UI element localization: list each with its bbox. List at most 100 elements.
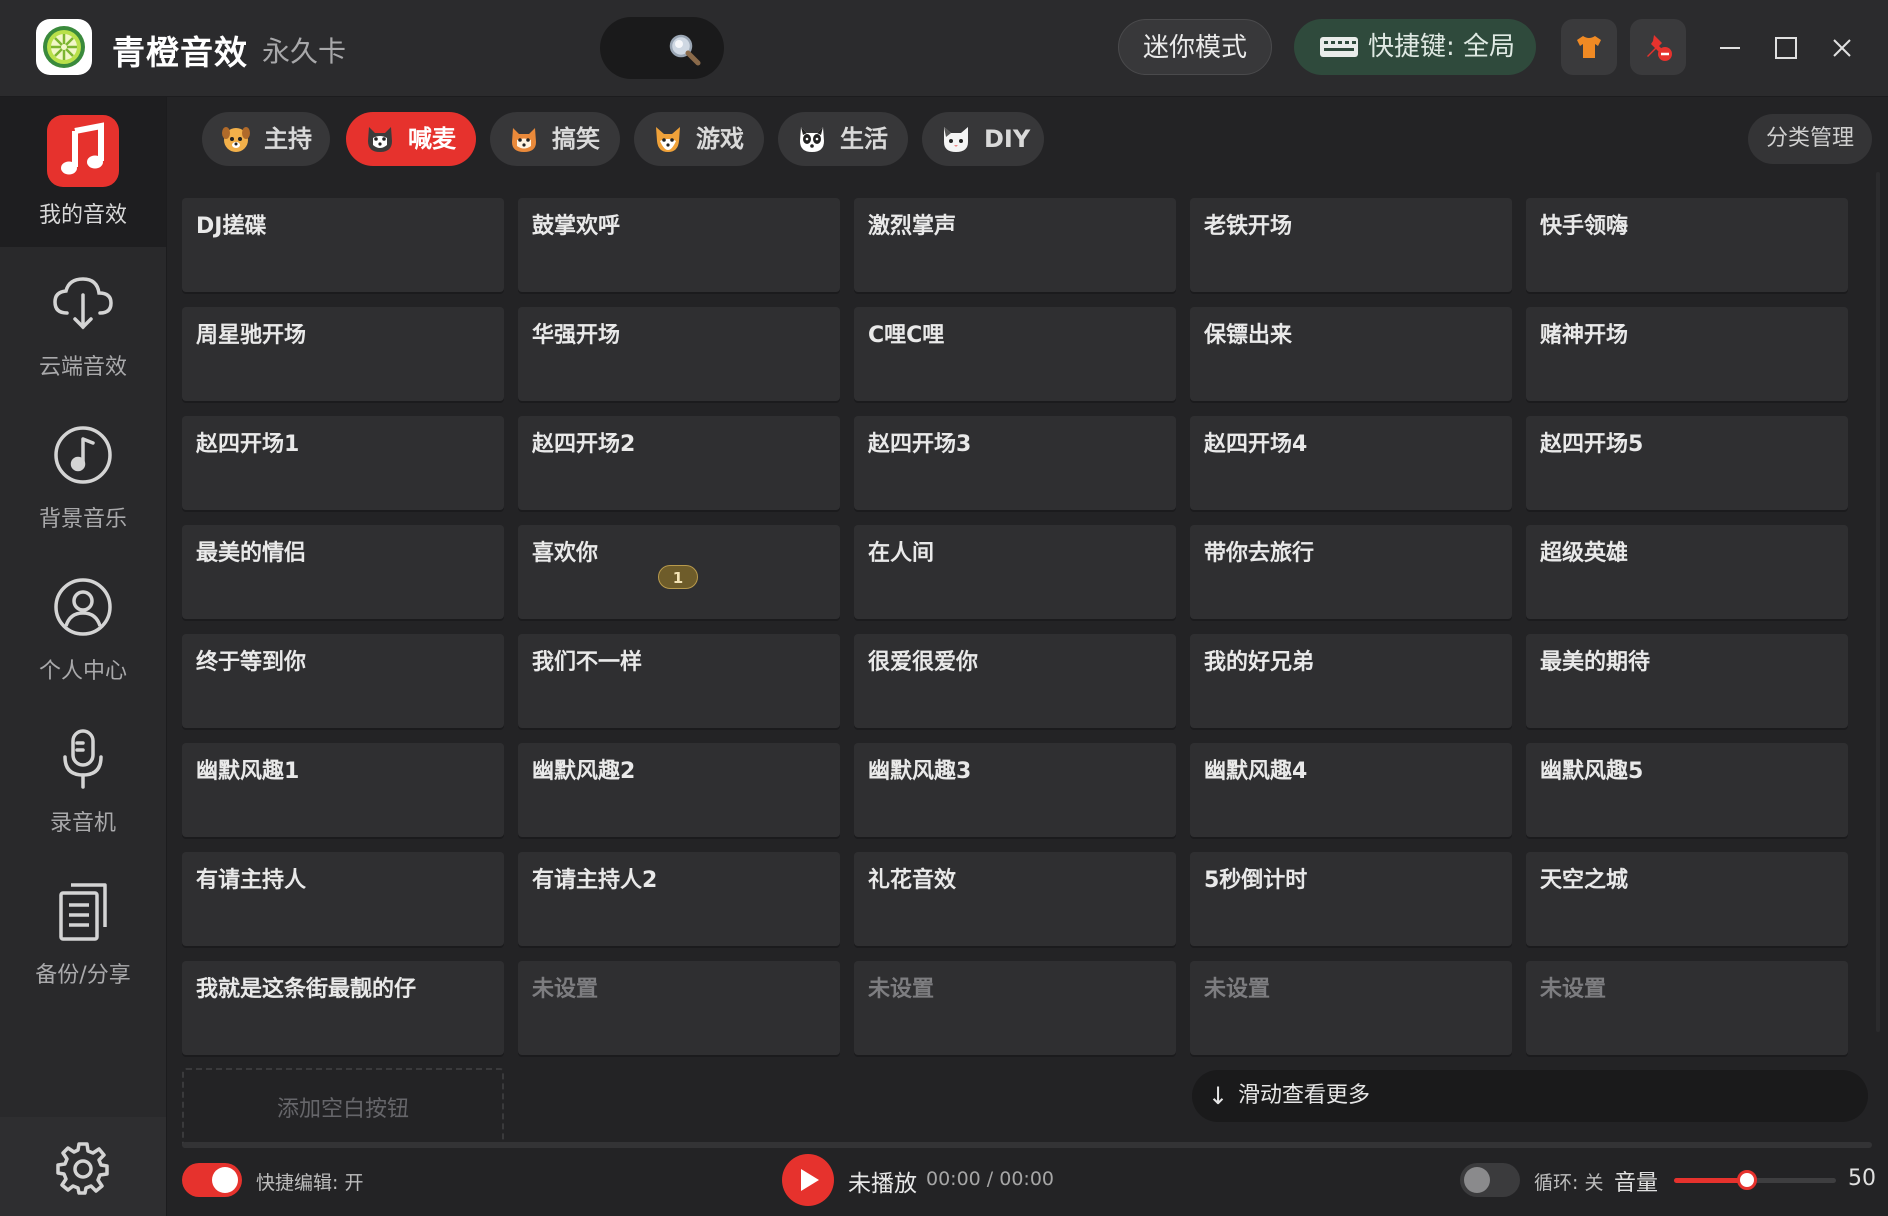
volume-knob[interactable] — [1737, 1170, 1757, 1190]
sound-button[interactable]: 未设置 — [854, 961, 1176, 1055]
settings-button[interactable] — [0, 1117, 166, 1216]
sound-button[interactable]: DJ搓碟 — [182, 198, 504, 292]
tab-life[interactable]: 生活 — [778, 112, 908, 166]
maximize-button[interactable] — [1768, 30, 1804, 66]
sound-button[interactable]: 鼓掌欢呼 — [518, 198, 840, 292]
sound-button-label: 在人间 — [868, 541, 935, 566]
user-icon — [43, 567, 123, 647]
sound-button[interactable]: 赌神开场 — [1526, 307, 1848, 401]
sound-button-label: 未设置 — [1540, 977, 1607, 1002]
toggle-knob — [1464, 1167, 1490, 1193]
sound-button[interactable]: 超级英雄 — [1526, 525, 1848, 619]
sound-button[interactable]: 保镖出来 — [1190, 307, 1512, 401]
pin-top-button[interactable] — [1630, 19, 1686, 75]
sidebar-item-backup-share[interactable]: 备份/分享 — [0, 857, 166, 1007]
quick-edit-toggle[interactable] — [182, 1163, 242, 1197]
vertical-scrollbar[interactable] — [1876, 172, 1880, 1032]
sound-button-label: 华强开场 — [532, 323, 621, 348]
close-button[interactable] — [1824, 30, 1860, 66]
sound-button[interactable]: 赵四开场1 — [182, 416, 504, 510]
sound-button[interactable]: 礼花音效 — [854, 852, 1176, 946]
microphone-icon — [43, 719, 123, 799]
sound-button[interactable]: 有请主持人2 — [518, 852, 840, 946]
sound-button[interactable]: 幽默风趣1 — [182, 743, 504, 837]
sound-button[interactable]: 激烈掌声 — [854, 198, 1176, 292]
tab-label: 搞笑 — [552, 125, 600, 153]
sound-button[interactable]: 幽默风趣3 — [854, 743, 1176, 837]
sound-button-label: 未设置 — [1204, 977, 1271, 1002]
tab-host[interactable]: 主持 — [202, 112, 330, 166]
sound-button[interactable]: 幽默风趣4 — [1190, 743, 1512, 837]
sound-button-label: 幽默风趣4 — [1204, 759, 1308, 784]
sound-button[interactable]: 华强开场 — [518, 307, 840, 401]
search-button[interactable] — [600, 17, 724, 79]
play-button[interactable] — [782, 1154, 834, 1206]
shiba-face-icon — [508, 123, 540, 155]
mini-mode-button[interactable]: 迷你模式 — [1118, 19, 1272, 75]
sound-button[interactable]: 未设置 — [518, 961, 840, 1055]
sound-button[interactable]: 天空之城 — [1526, 852, 1848, 946]
sound-button[interactable]: 最美的期待 — [1526, 634, 1848, 728]
loop-toggle[interactable] — [1460, 1163, 1520, 1197]
hotkey-button[interactable]: 快捷键: 全局 — [1294, 19, 1536, 75]
sound-button[interactable]: 周星驰开场 — [182, 307, 504, 401]
sidebar-item-label: 云端音效 — [38, 355, 127, 380]
sidebar-item-cloud-sounds[interactable]: 云端音效 — [0, 249, 166, 399]
sound-button[interactable]: 快手领嗨 — [1526, 198, 1848, 292]
sound-button[interactable]: 赵四开场4 — [1190, 416, 1512, 510]
tab-shout[interactable]: 喊麦 — [346, 112, 476, 166]
pin-off-icon — [1647, 35, 1672, 61]
sound-button[interactable]: 赵四开场3 — [854, 416, 1176, 510]
sound-button[interactable]: 终于等到你 — [182, 634, 504, 728]
sound-button-label: 赵四开场3 — [868, 432, 972, 457]
sound-button[interactable]: 幽默风趣2 — [518, 743, 840, 837]
sound-grid: DJ搓碟 鼓掌欢呼 激烈掌声 老铁开场 快手领嗨周星驰开场 华强开场 C哩C哩 保镖出来 赌神开… — [182, 198, 1852, 1058]
loop-label: 循环: 关 — [1534, 1172, 1604, 1194]
sound-button-label: 带你去旅行 — [1204, 541, 1315, 566]
sound-button[interactable]: 幽默风趣5 — [1526, 743, 1848, 837]
sound-button[interactable]: 赵四开场5 — [1526, 416, 1848, 510]
add-blank-button[interactable]: 添加空白按钮 — [182, 1068, 504, 1148]
sound-button[interactable]: 喜欢你 1 — [518, 525, 840, 619]
sidebar-item-my-sounds[interactable]: 我的音效 — [0, 97, 166, 247]
tab-label: 喊麦 — [408, 125, 456, 153]
scroll-more-hint[interactable]: ↓ 滑动查看更多 — [1192, 1070, 1868, 1122]
sound-button-label: 超级英雄 — [1540, 541, 1629, 566]
sound-button[interactable]: 很爱很爱你 — [854, 634, 1176, 728]
tab-diy[interactable]: DIY — [922, 112, 1044, 166]
sidebar-item-label: 个人中心 — [38, 659, 127, 684]
sidebar-item-recorder[interactable]: 录音机 — [0, 705, 166, 855]
sound-button[interactable]: 带你去旅行 — [1190, 525, 1512, 619]
sound-button[interactable]: 我们不一样 — [518, 634, 840, 728]
sound-button-label: 我们不一样 — [532, 650, 643, 675]
tab-funny[interactable]: 搞笑 — [490, 112, 620, 166]
sound-button[interactable]: 未设置 — [1526, 961, 1848, 1055]
cloud-download-icon — [43, 263, 123, 343]
hotkey-label: 快捷键: 全局 — [1368, 32, 1516, 62]
volume-label: 音量 — [1614, 1171, 1659, 1196]
sound-button[interactable]: 我就是这条街最靓的仔 — [182, 961, 504, 1055]
sound-button-label: 有请主持人 — [196, 868, 307, 893]
license-type: 永久卡 — [262, 35, 347, 68]
sound-button[interactable]: 老铁开场 — [1190, 198, 1512, 292]
dog-face-icon — [220, 123, 252, 155]
sidebar-item-profile[interactable]: 个人中心 — [0, 553, 166, 703]
sound-button-label: 老铁开场 — [1204, 214, 1293, 239]
sound-button[interactable]: 有请主持人 — [182, 852, 504, 946]
sound-button[interactable]: 我的好兄弟 — [1190, 634, 1512, 728]
sidebar-item-label: 备份/分享 — [35, 963, 131, 988]
tab-label: 主持 — [264, 125, 312, 153]
sound-button[interactable]: C哩C哩 — [854, 307, 1176, 401]
sound-button[interactable]: 在人间 — [854, 525, 1176, 619]
category-manage-button[interactable]: 分类管理 — [1748, 114, 1872, 164]
app-name: 青橙音效 — [112, 33, 248, 72]
sound-button[interactable]: 最美的情侣 — [182, 525, 504, 619]
volume-slider[interactable] — [1674, 1170, 1836, 1190]
sound-button[interactable]: 未设置 — [1190, 961, 1512, 1055]
sound-button[interactable]: 赵四开场2 — [518, 416, 840, 510]
minimize-button[interactable] — [1712, 30, 1748, 66]
sidebar-item-bgm[interactable]: 背景音乐 — [0, 401, 166, 551]
sound-button[interactable]: 5秒倒计时 — [1190, 852, 1512, 946]
skin-button[interactable] — [1561, 19, 1617, 75]
tab-game[interactable]: 游戏 — [634, 112, 764, 166]
